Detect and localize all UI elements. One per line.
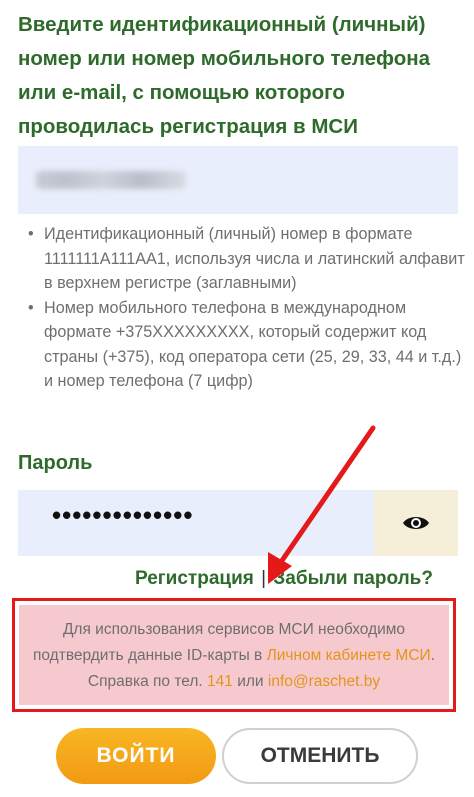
notice-line-2: подтвердить данные ID-карты в Личном каб… [19, 643, 449, 669]
password-input[interactable]: •••••••••••••• [18, 490, 374, 556]
notice-line-3: Справка по тел. 141 или info@raschet.by [19, 669, 449, 695]
hint-text: Номер мобильного телефона в международно… [44, 298, 462, 391]
notice-text: подтвердить данные ID-карты в [33, 647, 267, 664]
notice-text: . [430, 647, 435, 664]
login-button[interactable]: ВОЙТИ [56, 728, 216, 784]
notice-text: или [232, 673, 268, 690]
hint-item-phone: • Номер мобильного телефона в международ… [28, 296, 468, 394]
personal-cabinet-link[interactable]: Личном кабинете МСИ [267, 647, 431, 664]
notice-line-1: Для использования сервисов МСИ необходим… [62, 621, 406, 638]
notice-text: Справка по тел. [87, 673, 208, 690]
id-card-notice: Для использования сервисов МСИ необходим… [12, 598, 456, 712]
bullet: • [28, 298, 34, 317]
eye-icon [403, 517, 429, 529]
show-password-button[interactable] [374, 490, 458, 556]
cancel-button[interactable]: ОТМЕНИТЬ [222, 728, 418, 784]
notice-body: Для использования сервисов МСИ необходим… [19, 605, 449, 705]
login-instructions-heading: Введите идентификационный (личный) номер… [18, 13, 431, 138]
phone-link[interactable]: 141 [207, 673, 233, 690]
email-link[interactable]: info@raschet.by [268, 673, 380, 690]
bullet: • [28, 225, 34, 243]
forgot-password-link[interactable]: Забыли пароль? [273, 568, 433, 589]
password-label: Пароль [18, 452, 93, 474]
blurred-login-value [36, 171, 186, 189]
register-link[interactable]: Регистрация [135, 568, 254, 589]
links-separator: | [261, 568, 267, 589]
account-links: Регистрация | Забыли пароль? [135, 568, 433, 590]
password-masked-value: •••••••••••••• [52, 500, 194, 530]
hint-item-personal-number: • Идентификационный (личный) номер в фор… [28, 222, 468, 296]
login-format-hints: • Идентификационный (личный) номер в фор… [28, 222, 468, 394]
login-input[interactable] [18, 146, 458, 214]
hint-text: Идентификационный (личный) номер в форма… [44, 225, 465, 292]
